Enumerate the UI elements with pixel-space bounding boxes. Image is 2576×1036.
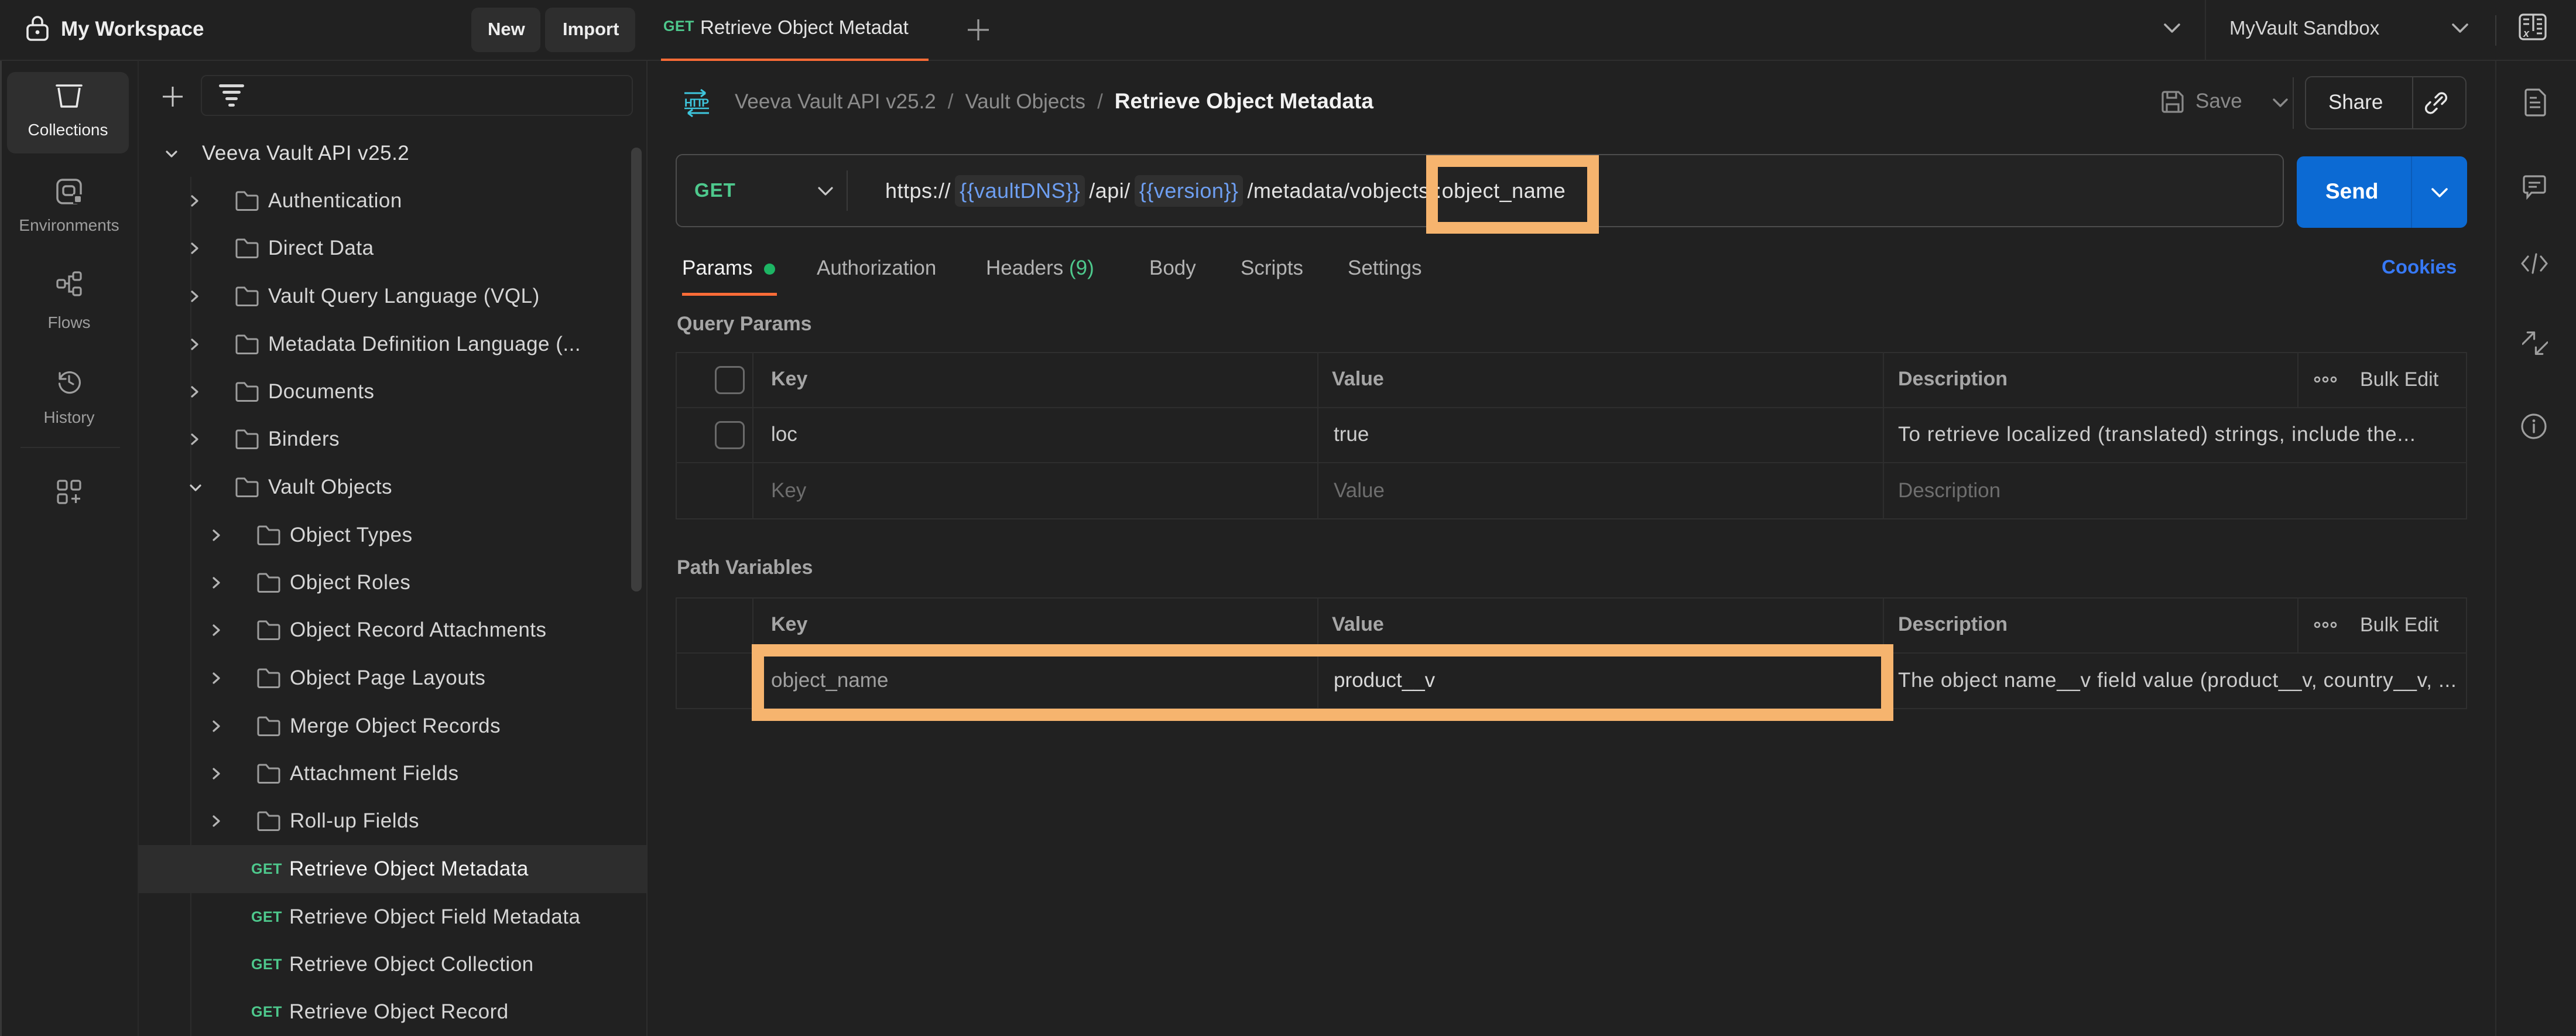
- svg-text:x: x: [2523, 28, 2530, 39]
